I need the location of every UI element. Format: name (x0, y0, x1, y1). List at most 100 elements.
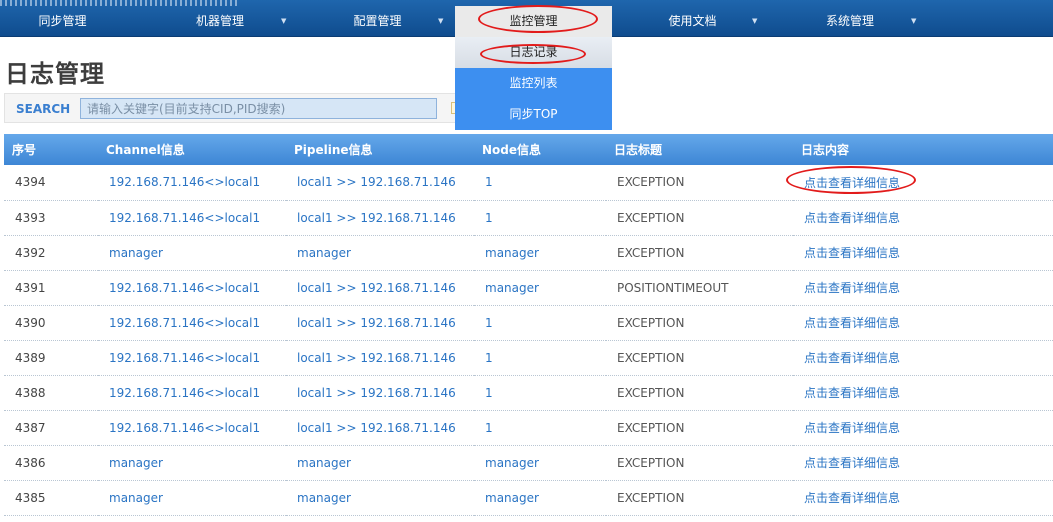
cell-log-title: EXCEPTION (606, 340, 793, 376)
cell-pipeline-link[interactable]: local1 >> 192.168.71.146 (286, 200, 474, 236)
nav-item-label: 系统管理 (825, 14, 874, 28)
table-row: 4392 manager manager manager EXCEPTION 点… (4, 235, 1053, 271)
column-header-log-content: 日志内容 (793, 134, 1053, 165)
menu-item-monitor-list[interactable]: 监控列表 (455, 68, 612, 99)
cell-channel-link[interactable]: 192.168.71.146<>local1 (98, 410, 286, 446)
cell-pipeline-link[interactable]: local1 >> 192.168.71.146 (286, 410, 474, 446)
cell-log-title: EXCEPTION (606, 305, 793, 341)
cell-node-link[interactable]: 1 (474, 165, 606, 201)
cell-log-title: EXCEPTION (606, 410, 793, 446)
cell-id: 4387 (4, 410, 98, 446)
nav-item-monitor-management[interactable]: 监控管理 (455, 6, 612, 37)
view-details-link[interactable]: 点击查看详细信息 (793, 235, 1053, 271)
chevron-down-icon: ▼ (438, 17, 444, 25)
cell-log-title: POSITIONTIMEOUT (606, 270, 793, 306)
cell-channel-link[interactable]: manager (98, 235, 286, 271)
cell-node-link[interactable]: 1 (474, 340, 606, 376)
page-root: 同步管理 机器管理 ▼ 配置管理 ▼ 监控管理 使用文档 ▼ 系统管理 ▼ 日志… (0, 0, 1053, 522)
nav-item-sync-management[interactable]: 同步管理 (0, 6, 125, 37)
column-header-node: Node信息 (474, 134, 606, 165)
table-row: 4390 192.168.71.146<>local1 local1 >> 19… (4, 305, 1053, 341)
cell-id: 4389 (4, 340, 98, 376)
view-details-link[interactable]: 点击查看详细信息 (793, 270, 1053, 306)
column-header-log-title: 日志标题 (606, 134, 793, 165)
table-row: 4393 192.168.71.146<>local1 local1 >> 19… (4, 200, 1053, 236)
cell-log-title: EXCEPTION (606, 480, 793, 516)
chevron-down-icon: ▼ (752, 17, 758, 25)
nav-item-config-management[interactable]: 配置管理 ▼ (310, 6, 445, 37)
view-details-link[interactable]: 点击查看详细信息 (793, 445, 1053, 481)
cell-id: 4392 (4, 235, 98, 271)
cell-pipeline-link[interactable]: local1 >> 192.168.71.146 (286, 375, 474, 411)
nav-item-label: 机器管理 (195, 14, 244, 28)
cell-channel-link[interactable]: 192.168.71.146<>local1 (98, 200, 286, 236)
table-row: 4391 192.168.71.146<>local1 local1 >> 19… (4, 270, 1053, 306)
view-details-link[interactable]: 点击查看详细信息 (793, 410, 1053, 446)
cell-node-link[interactable]: manager (474, 445, 606, 481)
view-details-link[interactable]: 点击查看详细信息 (793, 340, 1053, 376)
menu-item-label: 同步TOP (509, 107, 558, 121)
cell-pipeline-link[interactable]: manager (286, 480, 474, 516)
cell-pipeline-link[interactable]: manager (286, 445, 474, 481)
nav-item-machine-management[interactable]: 机器管理 ▼ (155, 6, 287, 37)
nav-item-docs[interactable]: 使用文档 ▼ (625, 6, 760, 37)
cell-node-link[interactable]: manager (474, 480, 606, 516)
cell-channel-link[interactable]: 192.168.71.146<>local1 (98, 165, 286, 201)
nav-item-label: 配置管理 (353, 14, 402, 28)
cell-node-link[interactable]: 1 (474, 410, 606, 446)
cell-channel-link[interactable]: 192.168.71.146<>local1 (98, 340, 286, 376)
cell-pipeline-link[interactable]: local1 >> 192.168.71.146 (286, 165, 474, 201)
nav-item-label: 同步管理 (38, 14, 87, 28)
cell-node-link[interactable]: 1 (474, 200, 606, 236)
cell-id: 4393 (4, 200, 98, 236)
search-bar: SEARCH (4, 93, 464, 123)
chevron-down-icon: ▼ (911, 17, 917, 25)
menu-item-sync-top[interactable]: 同步TOP (455, 99, 612, 130)
view-details-link[interactable]: 点击查看详细信息 (793, 375, 1053, 411)
cell-node-link[interactable]: manager (474, 270, 606, 306)
cell-pipeline-link[interactable]: local1 >> 192.168.71.146 (286, 340, 474, 376)
cell-channel-link[interactable]: manager (98, 480, 286, 516)
cell-id: 4388 (4, 375, 98, 411)
menu-item-log-records[interactable]: 日志记录 (455, 37, 612, 68)
nav-item-label: 使用文档 (668, 14, 717, 28)
cell-log-title: EXCEPTION (606, 200, 793, 236)
table-row: 4394 192.168.71.146<>local1 local1 >> 19… (4, 165, 1053, 201)
cell-node-link[interactable]: 1 (474, 305, 606, 341)
chevron-down-icon: ▼ (281, 17, 287, 25)
cell-log-title: EXCEPTION (606, 165, 793, 201)
nav-item-label: 监控管理 (509, 14, 558, 28)
cell-channel-link[interactable]: manager (98, 445, 286, 481)
table-row: 4386 manager manager manager EXCEPTION 点… (4, 445, 1053, 481)
cell-log-title: EXCEPTION (606, 235, 793, 271)
view-details-link[interactable]: 点击查看详细信息 (793, 480, 1053, 516)
cell-node-link[interactable]: 1 (474, 375, 606, 411)
table-row: 4387 192.168.71.146<>local1 local1 >> 19… (4, 410, 1053, 446)
view-details-link[interactable]: 点击查看详细信息 (793, 305, 1053, 341)
search-input[interactable] (80, 98, 437, 119)
search-label: SEARCH (16, 102, 71, 116)
cell-pipeline-link[interactable]: local1 >> 192.168.71.146 (286, 270, 474, 306)
column-header-channel: Channel信息 (98, 134, 286, 165)
view-details-link[interactable]: 点击查看详细信息 (793, 200, 1053, 236)
cell-node-link[interactable]: manager (474, 235, 606, 271)
menu-item-label: 监控列表 (509, 76, 558, 90)
page-title: 日志管理 (5, 60, 105, 88)
cell-log-title: EXCEPTION (606, 445, 793, 481)
cell-id: 4386 (4, 445, 98, 481)
cell-pipeline-link[interactable]: local1 >> 192.168.71.146 (286, 305, 474, 341)
cell-id: 4390 (4, 305, 98, 341)
cell-id: 4385 (4, 480, 98, 516)
log-table: 序号 Channel信息 Pipeline信息 Node信息 日志标题 日志内容… (4, 134, 1053, 516)
nav-item-system-management[interactable]: 系统管理 ▼ (780, 6, 920, 37)
table-row: 4388 192.168.71.146<>local1 local1 >> 19… (4, 375, 1053, 411)
view-details-link[interactable]: 点击查看详细信息 (793, 165, 1053, 201)
cell-channel-link[interactable]: 192.168.71.146<>local1 (98, 375, 286, 411)
table-row: 4385 manager manager manager EXCEPTION 点… (4, 480, 1053, 516)
cell-pipeline-link[interactable]: manager (286, 235, 474, 271)
top-nav-bar: 同步管理 机器管理 ▼ 配置管理 ▼ 监控管理 使用文档 ▼ 系统管理 ▼ (0, 0, 1053, 37)
cell-id: 4391 (4, 270, 98, 306)
cell-channel-link[interactable]: 192.168.71.146<>local1 (98, 270, 286, 306)
column-header-pipeline: Pipeline信息 (286, 134, 474, 165)
cell-channel-link[interactable]: 192.168.71.146<>local1 (98, 305, 286, 341)
